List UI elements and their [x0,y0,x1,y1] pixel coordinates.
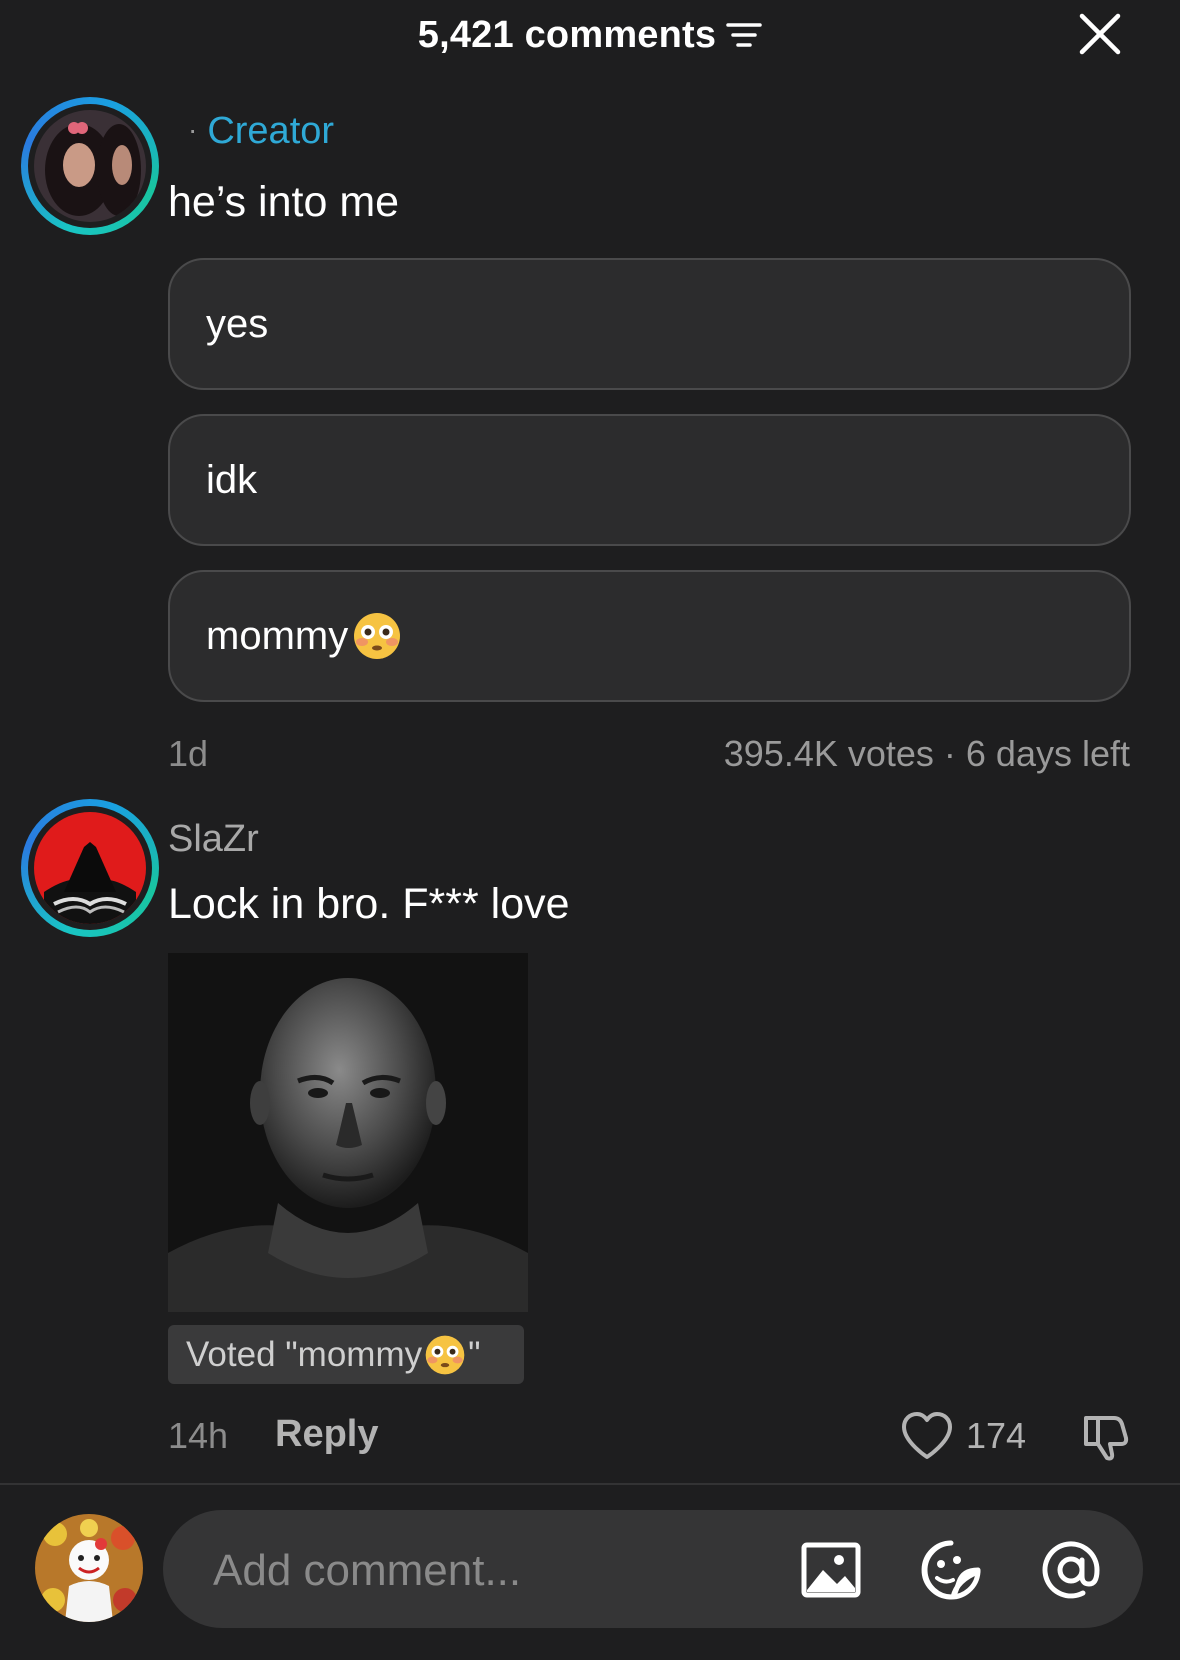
post-age: 1d [168,733,209,774]
heart-icon[interactable] [900,1410,954,1462]
sticker-icon[interactable] [919,1538,983,1602]
separator-dot: · [188,114,198,145]
composer-divider [0,1483,1180,1485]
flushed-face-icon [425,1335,465,1374]
creator-badge: · Creator [188,110,334,153]
creator-label: Creator [207,110,335,152]
sort-filter-icon[interactable] [726,20,762,50]
poll-option-label: mommy [206,613,349,658]
poll-votes-info: 395.4K votes · 6 days left [723,733,1130,774]
image-icon[interactable] [799,1538,863,1602]
flushed-face-icon [354,613,401,659]
comments-count-title: 5,421 comments [417,13,717,56]
mention-icon[interactable] [1039,1538,1103,1602]
close-icon[interactable] [1078,12,1122,56]
poll-option-label: idk [206,457,258,502]
like-count: 174 [966,1415,1027,1456]
post-text: he’s into me [168,178,400,226]
reply-age: 14h [168,1415,229,1456]
poll-option-yes[interactable]: yes [168,258,1131,390]
comments-header: 5,421 comments [0,0,1180,70]
reply-photo[interactable] [168,953,528,1312]
commenter-username[interactable]: SlaZr [168,818,259,861]
reply-button[interactable]: Reply [275,1413,378,1456]
comment-input-placeholder: Add comment... [213,1546,522,1595]
current-user-avatar[interactable] [35,1514,143,1622]
reply-text: Lock in bro. F*** love [168,880,570,928]
voted-badge: Voted "mommy " [168,1325,524,1384]
voted-suffix: " [468,1334,481,1374]
poll-option-label: yes [206,301,269,346]
commenter-avatar[interactable] [21,799,159,937]
poll-option-mommy[interactable]: mommy [168,570,1131,702]
voted-prefix: Voted "mommy [186,1334,423,1374]
thumbs-down-icon[interactable] [1080,1410,1132,1462]
creator-avatar[interactable] [21,97,159,235]
comment-input[interactable]: Add comment... [163,1510,1143,1628]
poll-option-idk[interactable]: idk [168,414,1131,546]
